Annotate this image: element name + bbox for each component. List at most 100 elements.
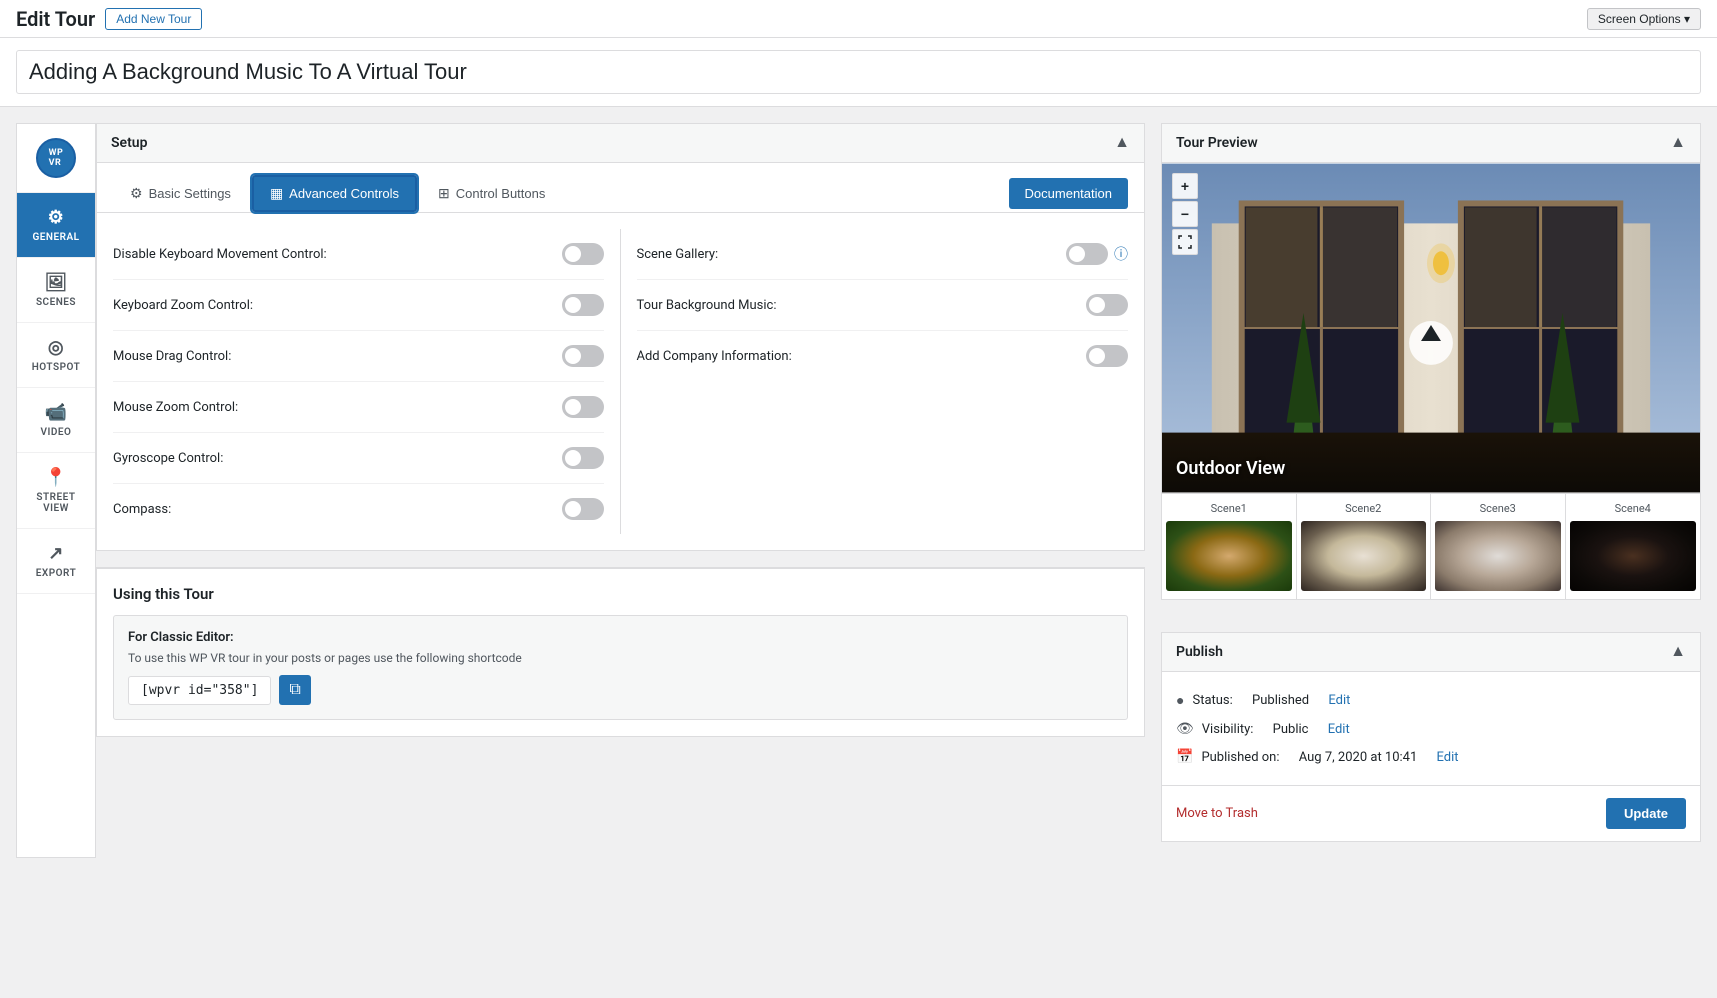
scene-thumb-3[interactable]: Scene3 <box>1431 494 1566 599</box>
shortcode-row: [wpvr id="358"] ⧉ <box>128 675 1113 705</box>
tour-preview-collapse-button[interactable]: ▲ <box>1670 134 1686 152</box>
scene-thumb-4[interactable]: Scene4 <box>1566 494 1701 599</box>
zoom-in-button[interactable]: + <box>1172 173 1198 199</box>
advanced-controls-icon: ▦ <box>270 185 283 202</box>
scene-thumb-1[interactable]: Scene1 <box>1162 494 1297 599</box>
control-scene-gallery: Scene Gallery: ⓘ <box>637 229 1129 280</box>
tab-control-buttons-label: Control Buttons <box>456 186 546 201</box>
disable-keyboard-label: Disable Keyboard Movement Control: <box>113 247 327 262</box>
sidebar-item-general[interactable]: ⚙ GENERAL <box>17 193 95 258</box>
tab-advanced-controls-label: Advanced Controls <box>289 186 399 201</box>
gyroscope-toggle[interactable] <box>562 447 604 469</box>
mouse-drag-toggle[interactable] <box>562 345 604 367</box>
fullscreen-button[interactable] <box>1172 229 1198 255</box>
scene-gallery-toggle[interactable] <box>1066 243 1108 265</box>
copy-shortcode-button[interactable]: ⧉ <box>279 675 310 705</box>
setup-panel: Setup ▲ ⚙ Basic Settings ▦ Adv <box>96 123 1145 551</box>
add-company-toggle[interactable] <box>1086 345 1128 367</box>
gyroscope-label: Gyroscope Control: <box>113 451 223 466</box>
visibility-edit-link[interactable]: Edit <box>1328 722 1350 737</box>
publish-body: ● Status: Published Edit 👁 Visibility: P… <box>1162 672 1700 785</box>
tour-bg-music-toggle[interactable] <box>1086 294 1128 316</box>
compass-label: Compass: <box>113 502 171 517</box>
tour-preview-image <box>1162 163 1700 493</box>
tab-control-buttons[interactable]: ⊞ Control Buttons <box>421 175 562 212</box>
hotspot-icon: ◎ <box>48 337 64 358</box>
documentation-button[interactable]: Documentation <box>1009 178 1128 209</box>
publish-date-row: 📅 Published on: Aug 7, 2020 at 10:41 Edi… <box>1176 743 1686 771</box>
top-bar-left: Edit Tour Add New Tour <box>16 7 202 31</box>
published-value: Aug 7, 2020 at 10:41 <box>1299 750 1418 765</box>
street-view-icon: 📍 <box>45 467 68 488</box>
wpvr-logo-text: WPVR <box>49 148 64 168</box>
controls-right: Scene Gallery: ⓘ Tour <box>621 229 1129 534</box>
published-edit-link[interactable]: Edit <box>1437 750 1459 765</box>
tour-title-input[interactable] <box>16 50 1701 94</box>
compass-toggle[interactable] <box>562 498 604 520</box>
status-icon: ● <box>1176 692 1184 709</box>
sidebar-label-video: VIDEO <box>41 427 72 438</box>
tabs-left: ⚙ Basic Settings ▦ Advanced Controls ⊞ C… <box>113 175 562 212</box>
visibility-value: Public <box>1273 722 1309 737</box>
sidebar-item-hotspot[interactable]: ◎ HOTSPOT <box>17 323 95 388</box>
keyboard-zoom-label: Keyboard Zoom Control: <box>113 298 253 313</box>
sidebar-item-scenes[interactable]: 🖼 SCENES <box>17 258 95 323</box>
preview-controls: + − <box>1172 173 1198 255</box>
mouse-zoom-slider <box>562 396 604 418</box>
using-box: For Classic Editor: To use this WP VR to… <box>113 615 1128 720</box>
tab-basic-settings-label: Basic Settings <box>149 186 231 201</box>
control-gyroscope: Gyroscope Control: <box>113 433 604 484</box>
using-tour-panel: Using this Tour For Classic Editor: To u… <box>96 567 1145 737</box>
sidebar-label-street-view: STREET VIEW <box>25 492 87 514</box>
zoom-out-button[interactable]: − <box>1172 201 1198 227</box>
sidebar-item-video[interactable]: 📹 VIDEO <box>17 388 95 453</box>
sidebar-item-export[interactable]: ↗ EXPORT <box>17 529 95 594</box>
gyroscope-slider <box>562 447 604 469</box>
tab-basic-settings[interactable]: ⚙ Basic Settings <box>113 175 248 212</box>
screen-options-button[interactable]: Screen Options ▾ <box>1587 8 1701 30</box>
add-new-button[interactable]: Add New Tour <box>105 8 202 30</box>
scene-thumb-2[interactable]: Scene2 <box>1297 494 1432 599</box>
add-company-label: Add Company Information: <box>637 349 792 364</box>
keyboard-zoom-toggle[interactable] <box>562 294 604 316</box>
visibility-icon: 👁 <box>1176 721 1194 737</box>
tour-bg-music-label: Tour Background Music: <box>637 298 777 313</box>
sidebar-item-street-view[interactable]: 📍 STREET VIEW <box>17 453 95 529</box>
scenes-row: Scene1 Scene2 Scene3 Scene4 <box>1162 493 1700 599</box>
visibility-label: Visibility: <box>1202 722 1254 737</box>
scene-gallery-info-icon[interactable]: ⓘ <box>1114 244 1128 264</box>
control-mouse-drag: Mouse Drag Control: <box>113 331 604 382</box>
status-label: Status: <box>1192 693 1232 708</box>
scenes-icon: 🖼 <box>44 272 67 293</box>
mouse-zoom-toggle[interactable] <box>562 396 604 418</box>
scene-gallery-group: ⓘ <box>1066 243 1128 265</box>
controls-left: Disable Keyboard Movement Control: Keybo… <box>113 229 621 534</box>
control-compass: Compass: <box>113 484 604 534</box>
sidebar-label-hotspot: HOTSPOT <box>32 362 81 373</box>
sidebar-label-export: EXPORT <box>36 568 76 579</box>
publish-status-row: ● Status: Published Edit <box>1176 686 1686 715</box>
scene-gallery-label: Scene Gallery: <box>637 247 719 262</box>
status-edit-link[interactable]: Edit <box>1328 693 1350 708</box>
publish-footer: Move to Trash Update <box>1162 785 1700 841</box>
mouse-drag-label: Mouse Drag Control: <box>113 349 231 364</box>
video-icon: 📹 <box>45 402 68 423</box>
disable-keyboard-toggle[interactable] <box>562 243 604 265</box>
sidebar-label-general: GENERAL <box>32 232 79 243</box>
tour-preview-header: Tour Preview ▲ <box>1162 124 1700 163</box>
wpvr-logo-icon: WPVR <box>36 138 76 178</box>
scene1-label: Scene1 <box>1211 502 1247 515</box>
publish-collapse-button[interactable]: ▲ <box>1670 643 1686 661</box>
control-mouse-zoom: Mouse Zoom Control: <box>113 382 604 433</box>
tab-advanced-controls[interactable]: ▦ Advanced Controls <box>252 175 417 212</box>
setup-collapse-button[interactable]: ▲ <box>1114 134 1130 152</box>
publish-panel-header: Publish ▲ <box>1162 633 1700 672</box>
sidebar-label-scenes: SCENES <box>36 297 76 308</box>
copy-icon: ⧉ <box>289 681 300 698</box>
update-button[interactable]: Update <box>1606 798 1686 829</box>
scene4-label: Scene4 <box>1615 502 1651 515</box>
move-to-trash-link[interactable]: Move to Trash <box>1176 806 1258 821</box>
control-disable-keyboard: Disable Keyboard Movement Control: <box>113 229 604 280</box>
control-add-company: Add Company Information: <box>637 331 1129 381</box>
control-tour-bg-music: Tour Background Music: <box>637 280 1129 331</box>
